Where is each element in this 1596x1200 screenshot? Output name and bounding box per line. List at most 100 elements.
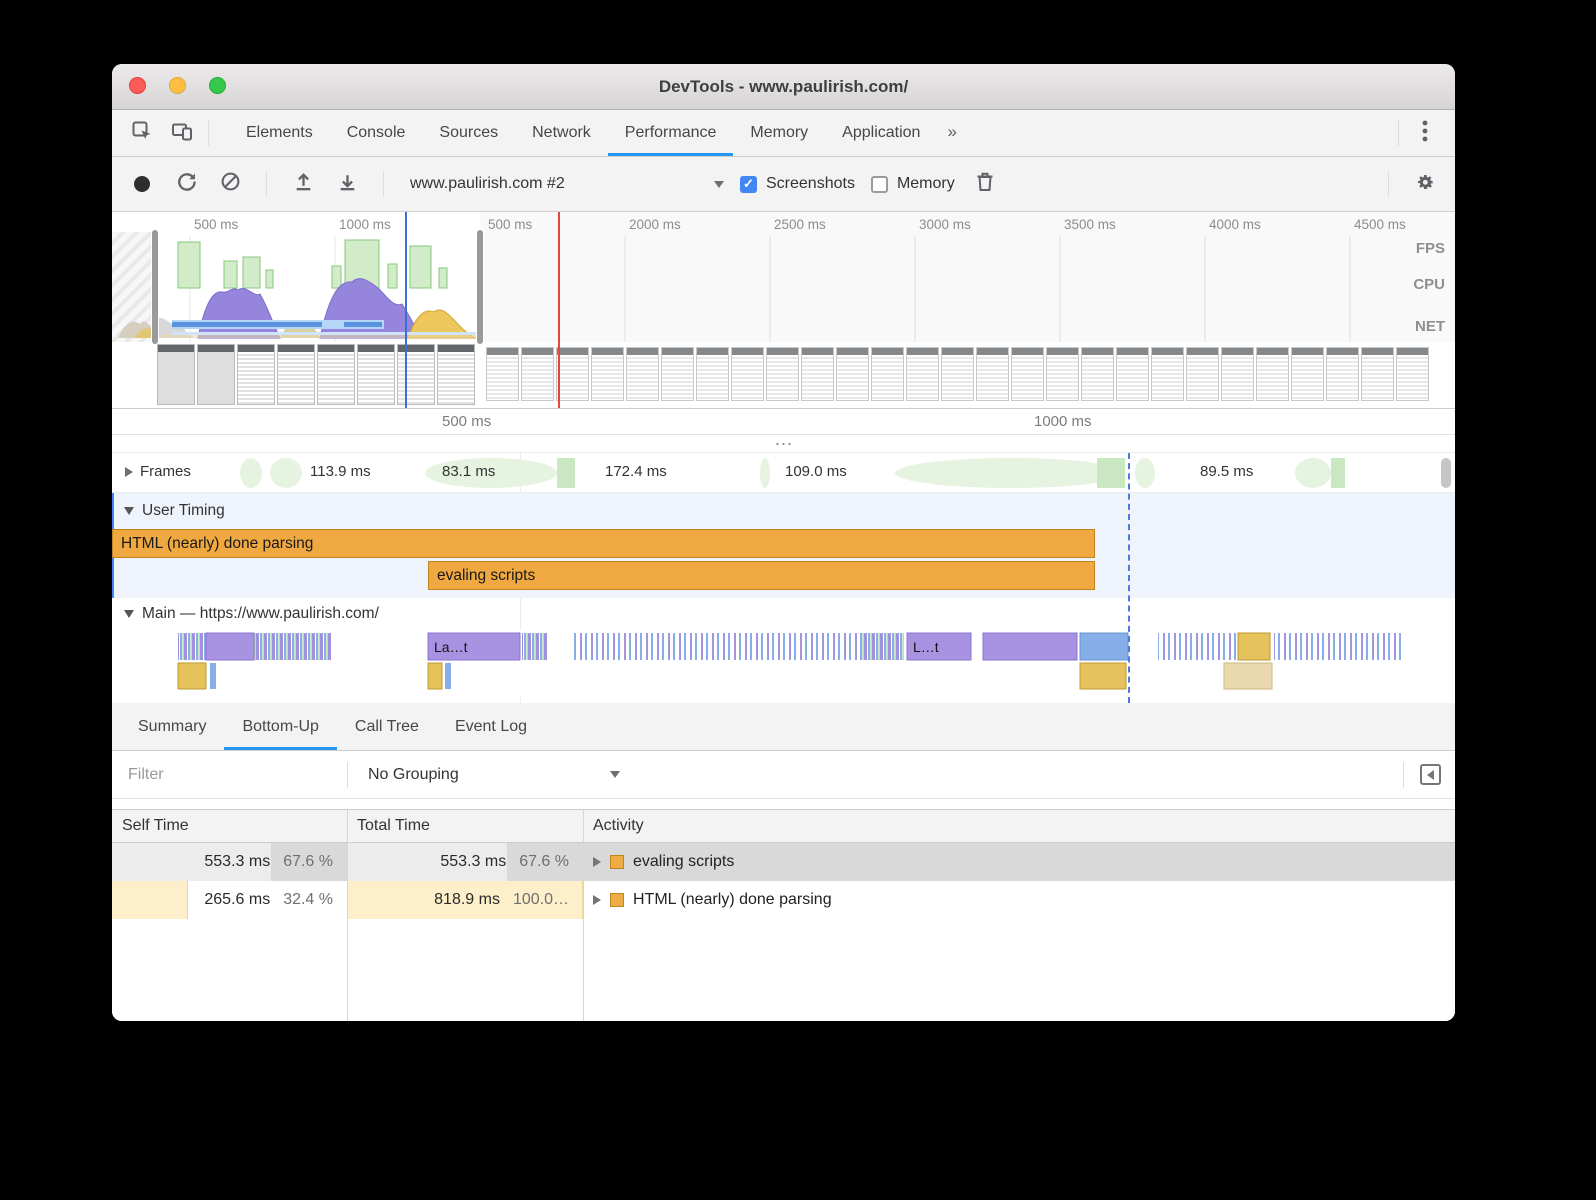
- timeline-overview[interactable]: 500 ms 1000 ms 500 ms 2000 ms 2500 ms 30…: [112, 212, 1455, 409]
- filmstrip-thumb[interactable]: [906, 347, 939, 401]
- filmstrip-thumb[interactable]: [871, 347, 904, 401]
- filmstrip-thumb[interactable]: [941, 347, 974, 401]
- table-row[interactable]: 265.6 ms 32.4 % 818.9 ms 100.0… HTML (ne…: [112, 881, 1455, 919]
- flame-event-layout-2[interactable]: L…t: [913, 639, 965, 655]
- memory-toggle[interactable]: Memory: [870, 175, 955, 193]
- activity-cell: HTML (nearly) done parsing: [583, 881, 1455, 919]
- user-timing-track-label: User Timing: [142, 502, 225, 519]
- screenshots-toggle[interactable]: ✓ Screenshots: [740, 175, 855, 193]
- minimize-window-button[interactable]: [169, 77, 186, 94]
- frame-duration: 89.5 ms: [1200, 463, 1254, 480]
- memory-checkbox[interactable]: [870, 175, 888, 193]
- recording-session-select[interactable]: www.paulirish.com #2: [406, 175, 724, 193]
- column-header-self-time[interactable]: Self Time: [112, 810, 347, 842]
- filmstrip-thumb[interactable]: [1326, 347, 1359, 401]
- tab-summary[interactable]: Summary: [120, 703, 224, 750]
- filmstrip-thumb[interactable]: [801, 347, 834, 401]
- expand-arrow-icon[interactable]: [593, 857, 601, 867]
- tab-call-tree[interactable]: Call Tree: [337, 703, 437, 750]
- filmstrip-thumb[interactable]: [317, 344, 355, 405]
- screenshots-checkbox[interactable]: ✓: [740, 175, 757, 193]
- selection-left-handle[interactable]: [152, 230, 158, 344]
- user-timing-bar-html-parsing[interactable]: HTML (nearly) done parsing: [112, 529, 1095, 558]
- expand-arrow-icon[interactable]: [593, 895, 601, 905]
- flamechart-canvas: [177, 632, 1402, 690]
- filmstrip-thumb[interactable]: [1081, 347, 1114, 401]
- filmstrip-thumb[interactable]: [1011, 347, 1044, 401]
- frames-track[interactable]: 113.9 ms 83.1 ms 172.4 ms 109.0 ms 89.5 …: [112, 453, 1455, 493]
- devtools-menu-button[interactable]: [1405, 116, 1445, 150]
- filmstrip-thumb[interactable]: [437, 344, 475, 405]
- filmstrip-thumb[interactable]: [1186, 347, 1219, 401]
- table-row[interactable]: 553.3 ms 67.6 % 553.3 ms 67.6 % evaling …: [112, 843, 1455, 881]
- flame-event-layout[interactable]: La…t: [434, 639, 514, 655]
- window-controls: [129, 77, 226, 94]
- frame-duration: 172.4 ms: [605, 463, 667, 480]
- vertical-scrollbar-thumb[interactable]: [1441, 458, 1451, 488]
- more-tabs-button[interactable]: »: [937, 110, 966, 156]
- filmstrip-thumb[interactable]: [1361, 347, 1394, 401]
- filmstrip-thumb[interactable]: [486, 347, 519, 401]
- column-header-total-time[interactable]: Total Time: [347, 810, 583, 842]
- download-arrow-icon: [337, 171, 358, 197]
- filmstrip-thumb[interactable]: [1256, 347, 1289, 401]
- chevron-down-icon: [610, 771, 620, 778]
- user-timing-bar-evaling-scripts[interactable]: evaling scripts: [428, 561, 1095, 590]
- filmstrip-thumb[interactable]: [1396, 347, 1429, 401]
- filmstrip-thumb[interactable]: [626, 347, 659, 401]
- save-profile-button[interactable]: [333, 170, 361, 198]
- filmstrip-thumb[interactable]: [556, 347, 589, 401]
- filter-input[interactable]: [126, 764, 341, 785]
- close-window-button[interactable]: [129, 77, 146, 94]
- clear-recording-button[interactable]: [216, 170, 244, 198]
- record-button[interactable]: [134, 176, 150, 192]
- main-track-header[interactable]: Main — https://www.paulirish.com/: [112, 598, 1455, 630]
- tab-performance[interactable]: Performance: [607, 110, 734, 156]
- tab-event-log[interactable]: Event Log: [437, 703, 545, 750]
- filmstrip-thumb[interactable]: [237, 344, 275, 405]
- filmstrip-thumb[interactable]: [521, 347, 554, 401]
- frames-track-header[interactable]: Frames: [118, 461, 198, 482]
- tab-bottom-up[interactable]: Bottom-Up: [224, 703, 337, 750]
- tab-console[interactable]: Console: [330, 110, 423, 156]
- load-profile-button[interactable]: [289, 170, 317, 198]
- filmstrip-thumb[interactable]: [661, 347, 694, 401]
- filmstrip-thumb[interactable]: [1221, 347, 1254, 401]
- capture-settings-button[interactable]: [1411, 170, 1439, 198]
- column-header-activity[interactable]: Activity: [583, 810, 1455, 842]
- filmstrip-thumb[interactable]: [1291, 347, 1324, 401]
- tab-sources[interactable]: Sources: [422, 110, 515, 156]
- overview-tick: 500 ms: [488, 217, 533, 232]
- filmstrip-thumb[interactable]: [1046, 347, 1079, 401]
- filmstrip-thumb[interactable]: [591, 347, 624, 401]
- tab-memory[interactable]: Memory: [733, 110, 825, 156]
- filmstrip-thumb[interactable]: [976, 347, 1009, 401]
- filmstrip-thumb[interactable]: [836, 347, 869, 401]
- filmstrip-thumb[interactable]: [277, 344, 315, 405]
- tab-application[interactable]: Application: [825, 110, 937, 156]
- tab-elements[interactable]: Elements: [229, 110, 330, 156]
- garbage-collect-button[interactable]: [971, 170, 999, 198]
- filmstrip-thumb[interactable]: [766, 347, 799, 401]
- filmstrip-thumb[interactable]: [696, 347, 729, 401]
- filmstrip-thumb[interactable]: [1116, 347, 1149, 401]
- selection-right-handle[interactable]: [477, 230, 483, 344]
- inspect-element-button[interactable]: [122, 116, 162, 150]
- tab-network[interactable]: Network: [515, 110, 608, 156]
- filmstrip-thumb[interactable]: [357, 344, 395, 405]
- filmstrip-thumb[interactable]: [731, 347, 764, 401]
- grouping-select[interactable]: No Grouping: [368, 766, 620, 784]
- activity-label: evaling scripts: [633, 853, 735, 870]
- filmstrip-thumb[interactable]: [157, 344, 195, 405]
- heaviest-stack-button[interactable]: [1420, 764, 1441, 785]
- panel-splitter-handle[interactable]: ⋯: [112, 435, 1455, 453]
- category-color-swatch: [610, 893, 624, 907]
- filmstrip-thumb[interactable]: [397, 344, 435, 405]
- zoom-window-button[interactable]: [209, 77, 226, 94]
- main-flamechart[interactable]: La…t L…t: [112, 630, 1455, 696]
- filmstrip-thumb[interactable]: [1151, 347, 1184, 401]
- device-toolbar-button[interactable]: [162, 116, 202, 150]
- user-timing-track-header[interactable]: User Timing: [112, 493, 1455, 529]
- reload-and-record-button[interactable]: [172, 170, 200, 198]
- filmstrip-thumb[interactable]: [197, 344, 235, 405]
